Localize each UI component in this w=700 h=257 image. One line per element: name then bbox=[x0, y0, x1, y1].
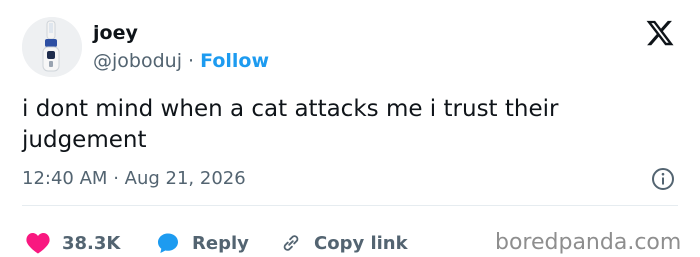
tweet-time: 12:40 AM bbox=[22, 168, 108, 189]
info-icon[interactable] bbox=[651, 167, 675, 191]
handle-row: @joboduj · Follow bbox=[93, 48, 269, 74]
speech-bubble-icon bbox=[158, 233, 178, 253]
avatar[interactable] bbox=[22, 17, 82, 77]
copy-link-button[interactable]: Copy link bbox=[280, 232, 408, 254]
tweet-timestamp[interactable]: 12:40 AM · Aug 21, 2026 bbox=[22, 167, 246, 191]
like-button[interactable]: 38.3K bbox=[26, 232, 120, 254]
user-handle[interactable]: @joboduj bbox=[93, 50, 182, 72]
date-separator: · bbox=[113, 168, 119, 189]
tweet-text: i dont mind when a cat attacks me i trus… bbox=[22, 96, 559, 153]
follow-button[interactable]: Follow bbox=[200, 50, 269, 72]
reply-button[interactable]: Reply bbox=[156, 231, 249, 255]
avatar-toothbrush-icon bbox=[22, 17, 82, 77]
x-logo-icon[interactable] bbox=[645, 18, 675, 48]
copy-link-label: Copy link bbox=[314, 232, 408, 254]
like-count: 38.3K bbox=[62, 232, 121, 254]
link-icon bbox=[283, 235, 299, 251]
reply-label: Reply bbox=[192, 232, 249, 254]
divider bbox=[22, 205, 678, 206]
tweet-card: joey @joboduj · Follow i dont mind when … bbox=[0, 0, 700, 256]
handle-separator: · bbox=[188, 50, 195, 72]
tweet-date: Aug 21, 2026 bbox=[124, 168, 246, 189]
heart-icon bbox=[26, 233, 50, 254]
display-name[interactable]: joey bbox=[93, 20, 138, 46]
watermark: boredpanda.com bbox=[495, 230, 682, 255]
